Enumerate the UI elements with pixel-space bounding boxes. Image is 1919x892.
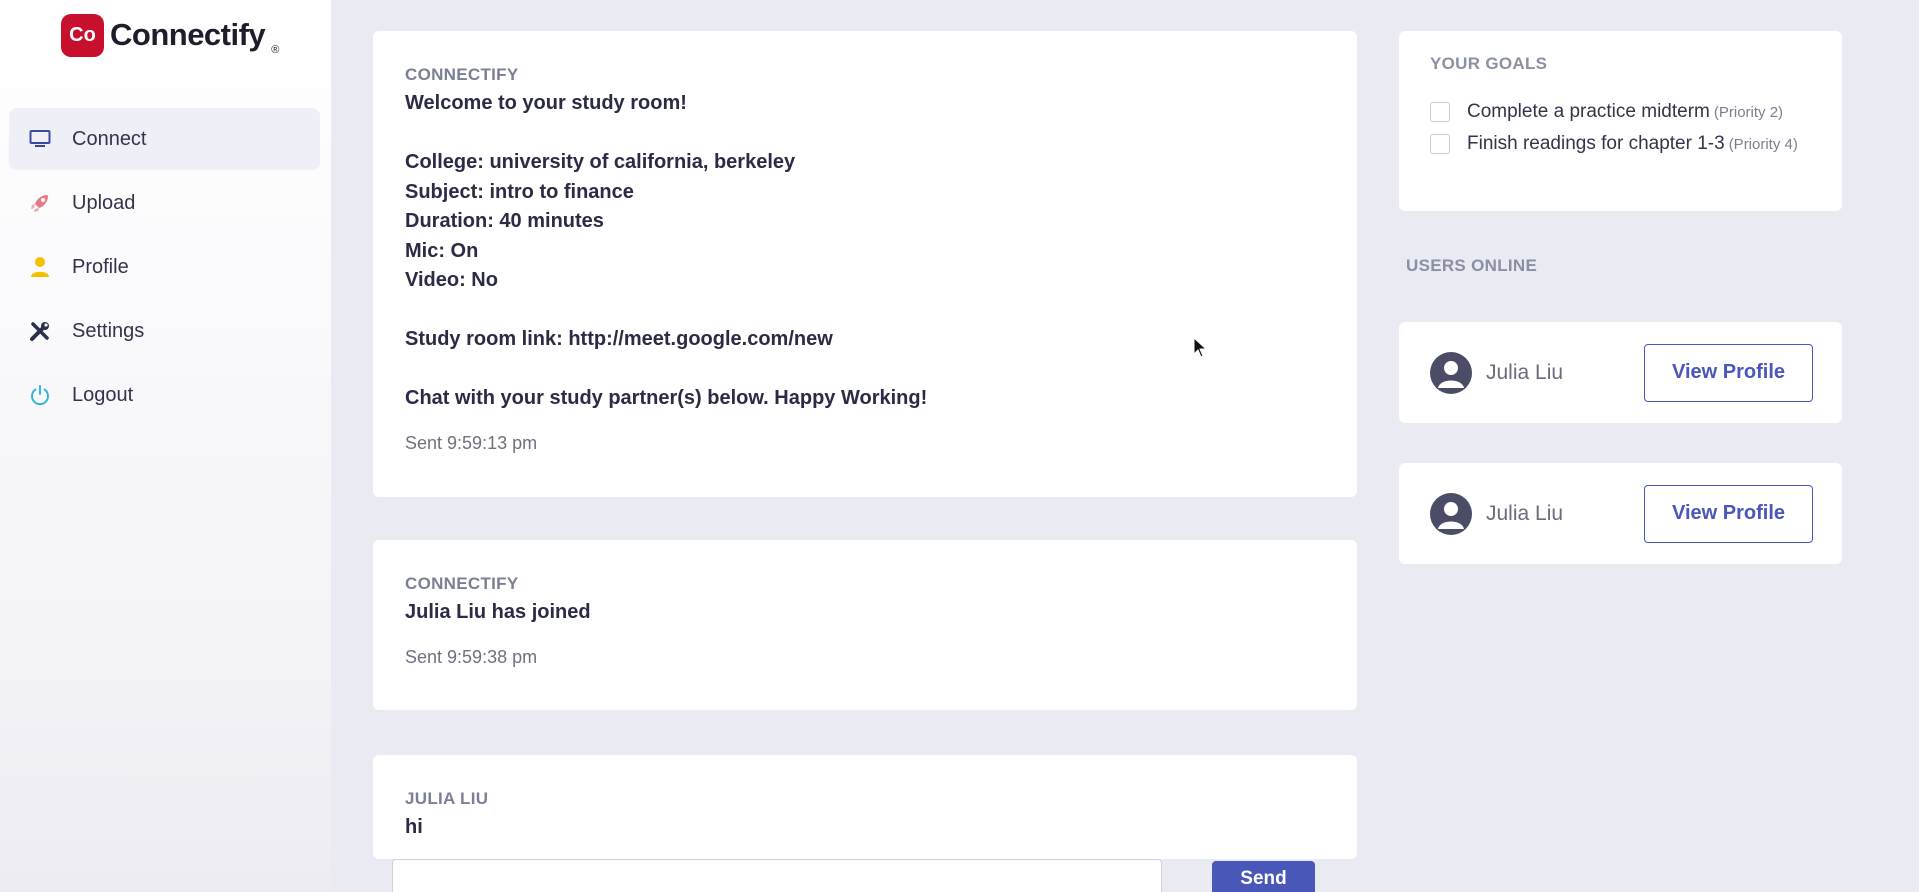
message-timestamp: Sent 9:59:38 pm xyxy=(405,646,538,667)
goal-text: Complete a practice midterm xyxy=(1467,101,1710,122)
message-card: JULIA LIU hi xyxy=(373,755,1357,859)
tools-icon xyxy=(29,320,51,342)
online-user-card: Julia Liu View Profile xyxy=(1399,322,1842,423)
goals-title: YOUR GOALS xyxy=(1430,54,1548,73)
goal-priority: (Priority 4) xyxy=(1728,135,1798,153)
message-card: CONNECTIFY Welcome to your study room! C… xyxy=(373,31,1357,497)
message-timestamp: Sent 9:59:13 pm xyxy=(405,432,538,453)
chat-area: CONNECTIFY Welcome to your study room! C… xyxy=(331,0,1381,892)
goal-checkbox[interactable] xyxy=(1430,134,1450,154)
sidebar-item-label: Profile xyxy=(72,255,129,278)
logo-mark: Co xyxy=(61,13,104,57)
chat-message-input[interactable] xyxy=(392,859,1162,892)
sidebar-item-connect[interactable]: Connect xyxy=(9,108,320,170)
user-name: Julia Liu xyxy=(1486,501,1564,525)
user-name: Julia Liu xyxy=(1486,360,1564,384)
sidebar-item-label: Connect xyxy=(72,127,147,150)
person-icon xyxy=(29,256,51,278)
send-button[interactable]: Send xyxy=(1212,861,1315,892)
logo-text: Connectify xyxy=(110,17,266,52)
monitor-icon xyxy=(29,128,51,150)
connectify-logo[interactable]: Co Connectify ® xyxy=(61,12,279,58)
message-body: Julia Liu has joined xyxy=(405,601,591,623)
goal-item: Finish readings for chapter 1-3 (Priorit… xyxy=(1430,128,1811,160)
sidebar: Co Connectify ® Connect Upload Profile S… xyxy=(0,0,331,892)
goals-panel: YOUR GOALS Complete a practice midterm (… xyxy=(1399,31,1842,211)
logo-registered-mark: ® xyxy=(271,44,280,56)
message-body: hi xyxy=(405,816,423,838)
message-sender: CONNECTIFY xyxy=(405,65,519,84)
online-user-card: Julia Liu View Profile xyxy=(1399,463,1842,564)
sidebar-item-profile[interactable]: Profile xyxy=(9,236,320,298)
sidebar-item-settings[interactable]: Settings xyxy=(9,300,320,362)
sidebar-item-upload[interactable]: Upload xyxy=(9,172,320,234)
sidebar-item-logout[interactable]: Logout xyxy=(9,364,320,426)
goal-priority: (Priority 2) xyxy=(1713,103,1784,121)
sidebar-item-label: Logout xyxy=(72,383,134,406)
users-online-title: USERS ONLINE xyxy=(1406,256,1538,275)
avatar-icon xyxy=(1430,351,1472,394)
sidebar-nav: Connect Upload Profile Settings Logout xyxy=(9,108,320,428)
message-body: Welcome to your study room! College: uni… xyxy=(405,92,928,409)
message-card: CONNECTIFY Julia Liu has joined Sent 9:5… xyxy=(373,540,1357,710)
goal-item: Complete a practice midterm (Priority 2) xyxy=(1430,96,1811,128)
power-icon xyxy=(29,384,51,406)
avatar-icon xyxy=(1430,492,1472,535)
rocket-icon xyxy=(29,192,51,214)
goal-text: Finish readings for chapter 1-3 xyxy=(1467,133,1725,154)
view-profile-button[interactable]: View Profile xyxy=(1644,343,1813,402)
goal-checkbox[interactable] xyxy=(1430,102,1450,122)
mouse-cursor-icon xyxy=(1193,337,1208,358)
message-sender: CONNECTIFY xyxy=(405,574,519,593)
view-profile-button[interactable]: View Profile xyxy=(1644,484,1813,543)
message-sender: JULIA LIU xyxy=(405,789,489,808)
sidebar-item-label: Settings xyxy=(72,319,145,342)
sidebar-item-label: Upload xyxy=(72,191,136,214)
